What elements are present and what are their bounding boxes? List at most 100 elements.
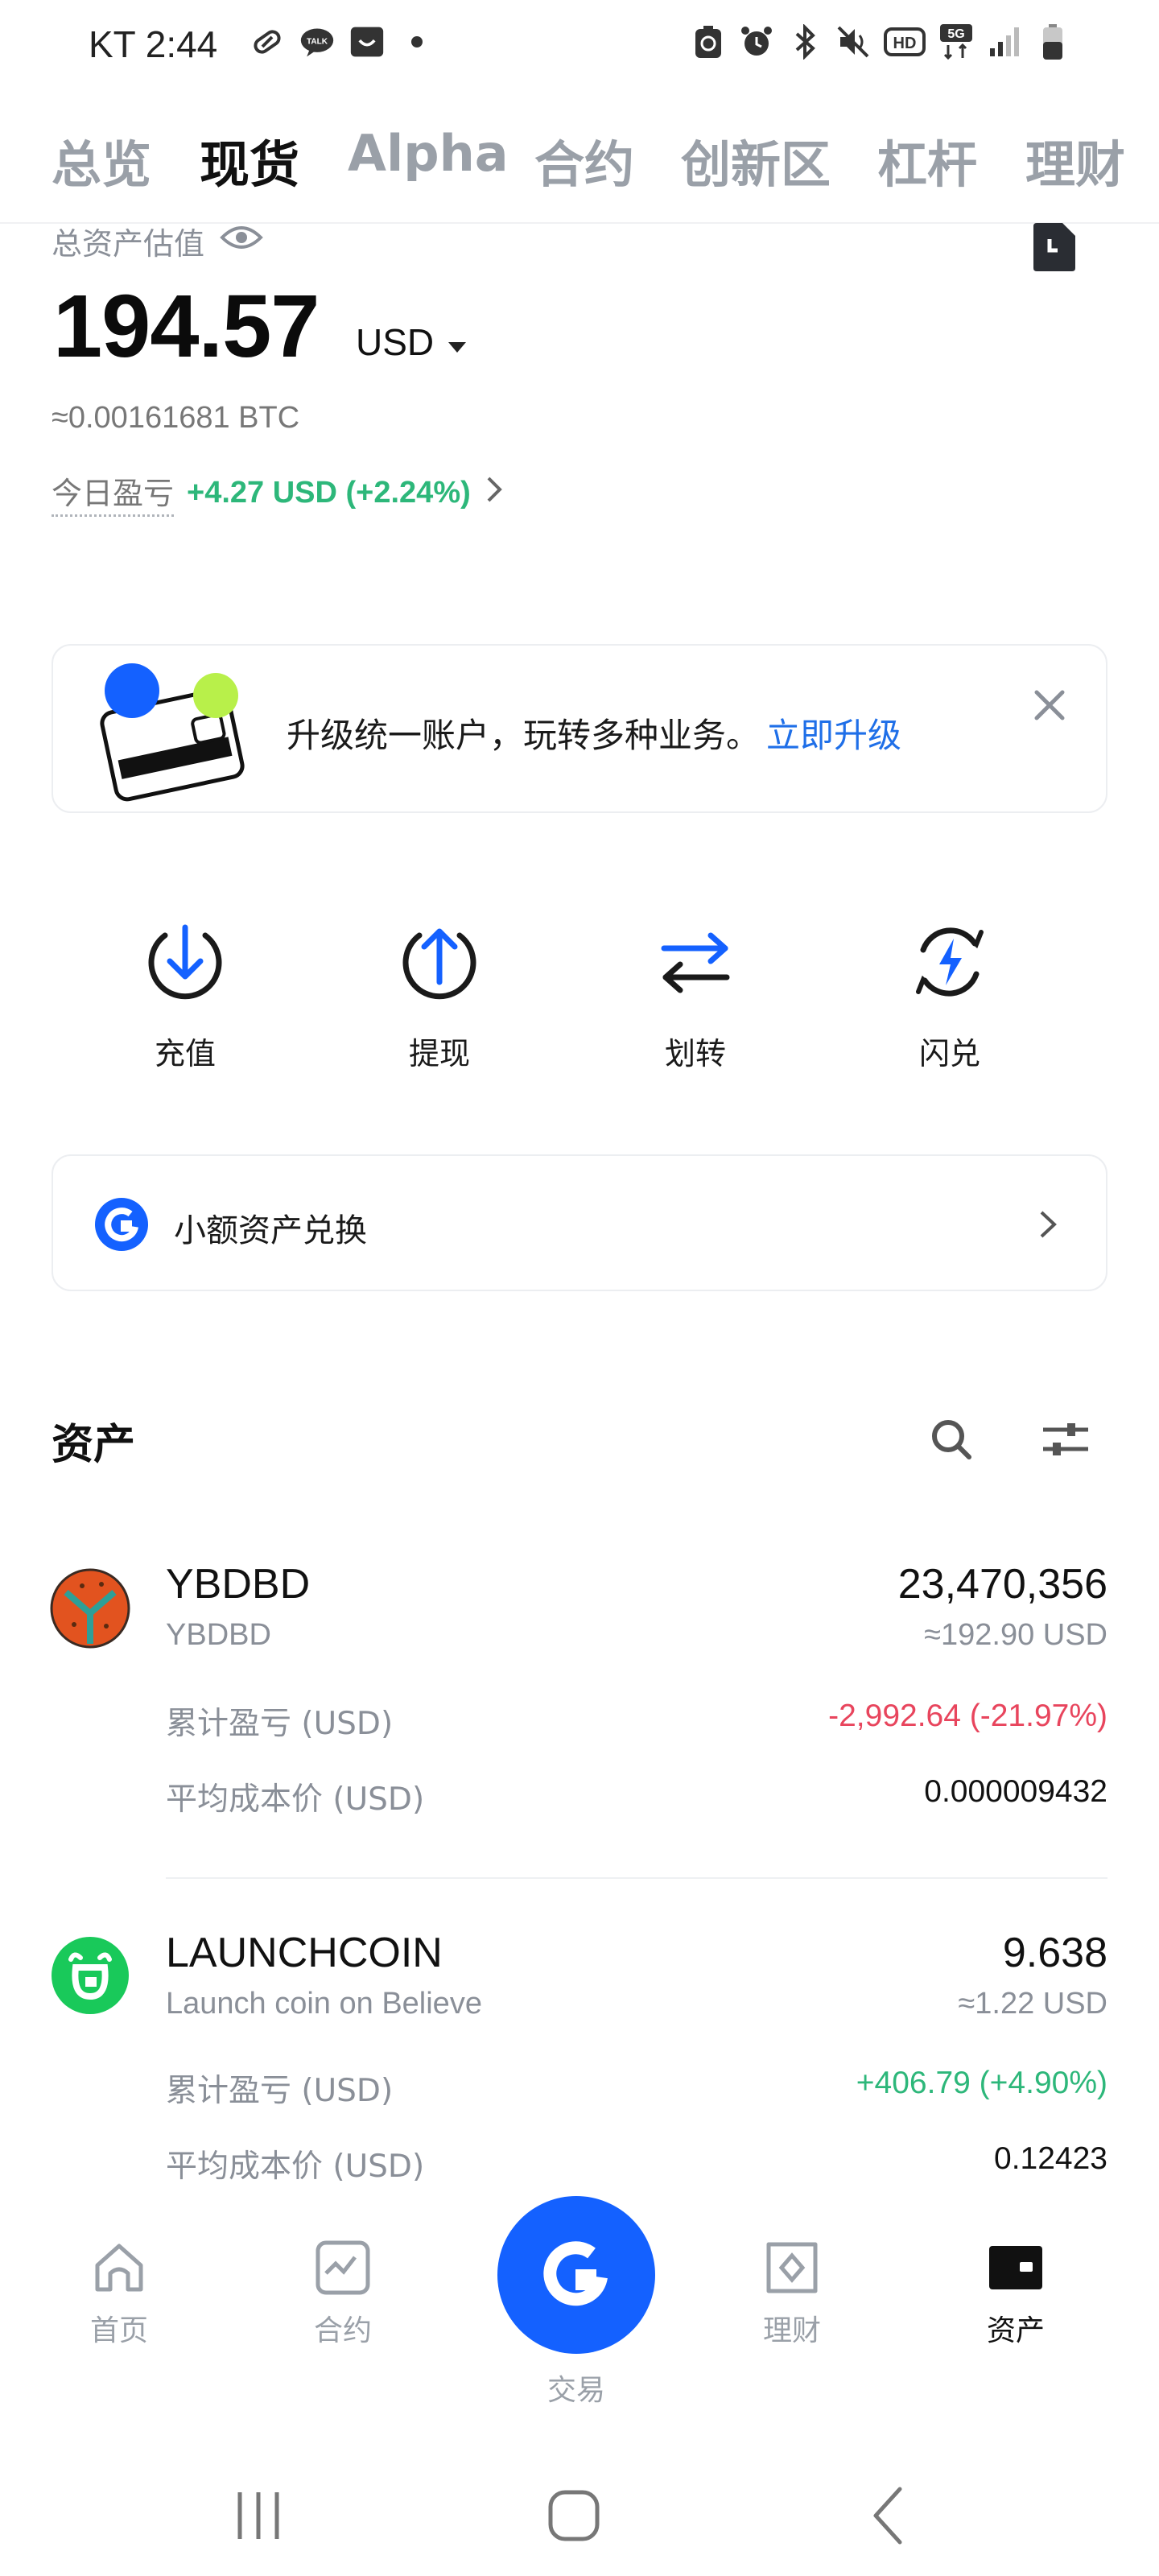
nav-assets[interactable]: 资产	[935, 2238, 1096, 2349]
nav-assets-label: 资产	[986, 2314, 1045, 2347]
transfer-button[interactable]: 划转	[615, 918, 776, 1073]
nav-home-label: 首页	[89, 2314, 148, 2347]
withdraw-button[interactable]: 提现	[359, 918, 520, 1073]
asset-amount: 9.638	[1002, 1930, 1107, 1976]
nav-earn-label: 理财	[762, 2314, 821, 2347]
top-tabs: 总览 现货 Alpha 合约 创新区 杠杆 理财	[0, 105, 1159, 224]
upgrade-banner[interactable]: 升级统一账户，玩转多种业务。 立即升级	[52, 644, 1107, 813]
nav-futures-label: 合约	[313, 2314, 372, 2347]
flash-convert-label: 闪兑	[918, 1036, 980, 1071]
wallet-icon	[986, 2238, 1046, 2297]
asset-name: Launch coin on Believe	[166, 1987, 482, 2021]
mute-icon	[835, 24, 871, 60]
assets-title: 资产	[52, 1421, 136, 1469]
flash-convert-icon	[905, 918, 994, 1006]
asset-symbol: LAUNCHCOIN	[166, 1930, 443, 1976]
tab-overview[interactable]: 总览	[52, 124, 151, 196]
chevron-right-icon	[1029, 1206, 1066, 1243]
nav-trade-label: 交易	[547, 2374, 605, 2407]
history-icon[interactable]	[1030, 221, 1079, 273]
svg-text:TALK: TALK	[307, 38, 328, 47]
asset-symbol: YBDBD	[166, 1561, 311, 1608]
asset-pnl-value: +406.79 (+4.90%)	[856, 2066, 1107, 2100]
caret-down-icon	[447, 320, 468, 364]
tab-margin[interactable]: 杠杆	[877, 124, 977, 196]
home-button-icon[interactable]	[538, 2479, 610, 2552]
alarm-icon	[739, 24, 774, 60]
status-time: KT 2:44	[89, 23, 218, 65]
trade-icon	[532, 2229, 621, 2321]
today-pnl-row[interactable]: 今日盈亏 +4.27 USD (+2.24%)	[52, 469, 505, 517]
wallet-illustration-icon	[92, 660, 253, 805]
today-pnl-value: +4.27 USD (+2.24%)	[187, 475, 471, 510]
nav-home[interactable]: 首页	[39, 2238, 200, 2349]
withdraw-label: 提现	[408, 1036, 470, 1071]
trade-button[interactable]	[497, 2196, 655, 2354]
tab-spot[interactable]: 现货	[200, 124, 299, 196]
system-nav-bar	[0, 2447, 1159, 2576]
recycle-icon	[691, 24, 726, 60]
status-right-icons: HD 5G	[691, 24, 1070, 60]
deposit-label: 充值	[154, 1036, 216, 1071]
asset-cost-label: 平均成本价 (USD)	[166, 1781, 425, 1818]
bag-icon	[349, 24, 385, 60]
total-asset-label: 总资产估值	[52, 219, 264, 263]
total-asset-text: 总资产估值	[52, 226, 205, 262]
asset-cost-value: 0.12423	[994, 2141, 1107, 2176]
flash-convert-button[interactable]: 闪兑	[869, 918, 1030, 1073]
status-left-icons: TALK	[250, 24, 435, 60]
tab-earn[interactable]: 理财	[1025, 124, 1125, 196]
asset-pnl-label: 累计盈亏 (USD)	[166, 2073, 394, 2109]
deposit-icon	[141, 918, 229, 1006]
asset-usd-value: ≈1.22 USD	[958, 1987, 1107, 2021]
upgrade-message: 升级统一账户，玩转多种业务。 立即升级	[287, 708, 901, 758]
upgrade-link[interactable]: 立即升级	[766, 716, 901, 755]
futures-icon	[313, 2238, 373, 2297]
convert-label: 小额资产兑换	[174, 1212, 367, 1249]
transfer-icon	[651, 918, 740, 1006]
asset-amount: 23,470,356	[897, 1561, 1107, 1608]
hd-label: HD	[893, 35, 917, 52]
hd-icon: HD	[884, 24, 926, 60]
back-icon[interactable]	[853, 2479, 926, 2552]
deposit-button[interactable]: 充值	[105, 918, 266, 1073]
chevron-right-icon	[484, 475, 505, 511]
row-divider	[166, 1877, 1107, 1879]
nav-earn[interactable]: 理财	[711, 2238, 872, 2349]
tab-futures[interactable]: 合约	[534, 124, 634, 196]
close-icon[interactable]	[1025, 681, 1074, 729]
tab-alpha[interactable]: Alpha	[348, 124, 509, 183]
bluetooth-icon	[787, 24, 823, 60]
status-bar: KT 2:44 TALK HD 5G	[0, 0, 1159, 97]
withdraw-icon	[395, 918, 484, 1006]
asset-pnl-label: 累计盈亏 (USD)	[166, 1706, 394, 1742]
recent-apps-icon[interactable]	[222, 2479, 295, 2552]
currency-label: USD	[356, 321, 435, 363]
upgrade-text: 升级统一账户，玩转多种业务。	[287, 716, 761, 755]
earn-icon	[762, 2238, 822, 2297]
asset-cost-label: 平均成本价 (USD)	[166, 2149, 425, 2185]
currency-selector[interactable]: USD	[356, 320, 468, 364]
dot-icon	[399, 24, 435, 60]
bottom-nav: 首页 合约 交易 理财 资产	[0, 2196, 1159, 2415]
signal-icon	[987, 24, 1022, 60]
home-icon	[89, 2238, 149, 2297]
ybdbd-logo-icon	[50, 1568, 130, 1649]
search-icon[interactable]	[927, 1415, 975, 1463]
battery-icon	[1035, 24, 1070, 60]
asset-pnl-value: -2,992.64 (-21.97%)	[828, 1699, 1107, 1733]
asset-usd-value: ≈192.90 USD	[924, 1618, 1107, 1652]
small-asset-convert[interactable]: 小额资产兑换	[52, 1154, 1107, 1291]
launchcoin-logo-icon	[50, 1935, 130, 2016]
transfer-label: 划转	[664, 1036, 726, 1071]
today-pnl-label: 今日盈亏	[52, 469, 175, 517]
asset-cost-value: 0.000009432	[924, 1774, 1107, 1809]
eye-icon[interactable]	[219, 221, 264, 261]
nav-futures[interactable]: 合约	[262, 2238, 423, 2349]
filter-icon[interactable]	[1040, 1415, 1091, 1463]
link-icon	[250, 24, 285, 60]
tab-innovation[interactable]: 创新区	[681, 124, 831, 196]
btc-equivalent: ≈0.00161681 BTC	[52, 401, 300, 435]
convert-coin-icon	[93, 1196, 150, 1253]
asset-name: YBDBD	[166, 1618, 271, 1652]
